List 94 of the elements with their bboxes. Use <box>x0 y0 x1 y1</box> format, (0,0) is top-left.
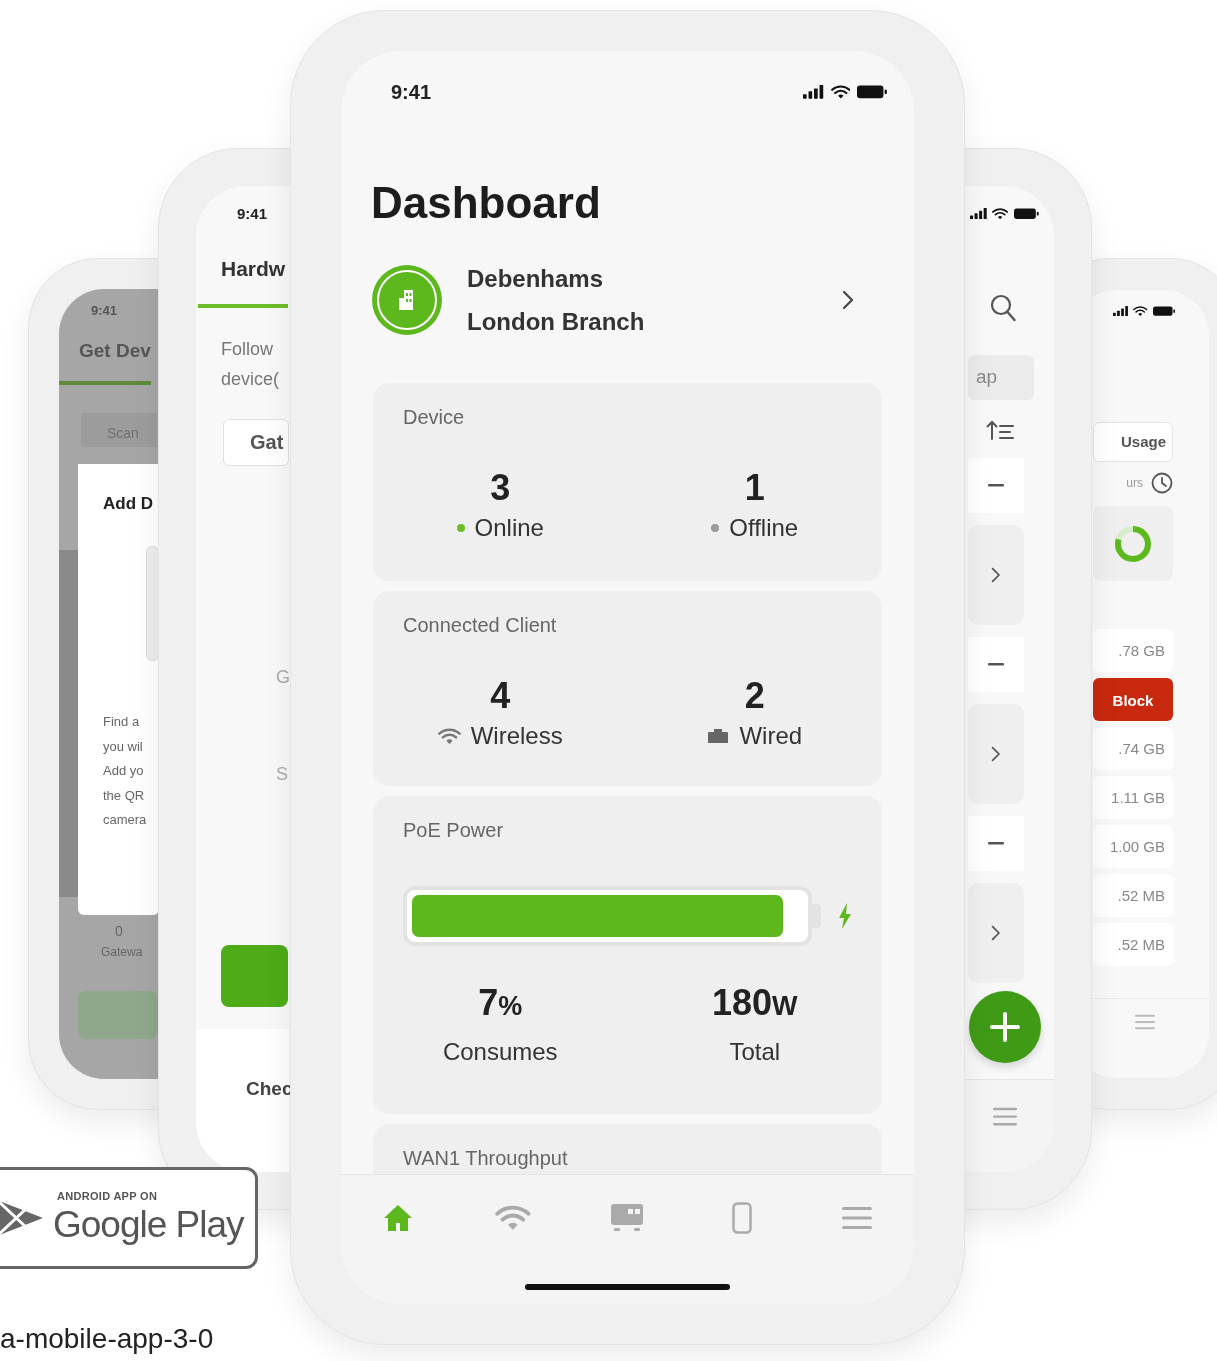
usage-value: 1.11 GB <box>1093 776 1173 820</box>
signal-icon <box>969 208 987 220</box>
stat-label: Offline <box>729 513 799 543</box>
dialog-text: Add yo <box>103 763 144 778</box>
menu-icon[interactable] <box>1135 1014 1155 1030</box>
home-icon <box>383 1203 414 1233</box>
tab[interactable]: Gat <box>223 419 289 466</box>
signal-icon <box>803 85 824 99</box>
instruction-text: device( <box>221 369 280 389</box>
dialog-title: Add D <box>103 493 154 515</box>
chevron-right-icon <box>991 746 1001 763</box>
battery-icon <box>1014 208 1039 220</box>
usage-button[interactable]: Usage <box>1093 422 1173 463</box>
stat-value: 180W <box>711 982 798 1025</box>
instruction-text: Follow <box>221 339 273 359</box>
minus-icon <box>988 842 1004 846</box>
menu-icon[interactable] <box>993 1107 1017 1127</box>
stat-value: 0 <box>115 922 123 940</box>
status-time: 9:41 <box>391 80 432 105</box>
tab-label: ap <box>976 366 998 388</box>
building-icon <box>371 264 443 336</box>
tab-label: Gat <box>250 430 284 454</box>
card-title: WAN1 Throughput <box>403 1146 568 1170</box>
minus-icon <box>988 663 1004 667</box>
stat-label: Wired <box>739 721 803 751</box>
battery-icon <box>857 85 887 99</box>
minus-icon <box>988 484 1004 488</box>
field-label: S <box>276 763 288 785</box>
card-title: Device <box>403 405 465 429</box>
router-icon <box>611 1204 644 1232</box>
plus-icon <box>989 1011 1021 1043</box>
list-row[interactable] <box>968 458 1024 514</box>
dialog-text: camera <box>103 812 147 827</box>
wifi-icon <box>992 208 1009 220</box>
image-caption: a-mobile-app-3-0 <box>0 1322 214 1356</box>
stat-label: Total <box>729 1037 781 1067</box>
store-badge[interactable]: ANDROID APP ON Google Play <box>0 1167 258 1269</box>
chevron-right-icon <box>991 567 1001 584</box>
battery-icon <box>1152 306 1175 317</box>
stat-label: Online <box>474 513 544 543</box>
store-name: Google Play <box>53 1203 244 1247</box>
usage-value: .52 MB <box>1093 874 1173 918</box>
signal-icon <box>1113 306 1129 317</box>
usage-value: .78 GB <box>1093 629 1173 673</box>
usage-value: .74 GB <box>1093 727 1173 771</box>
ethernet-icon <box>707 728 730 744</box>
card-title: PoE Power <box>403 818 504 842</box>
stat-label: Consumes <box>442 1037 558 1067</box>
action-button[interactable] <box>221 945 288 1007</box>
list-row[interactable] <box>968 816 1024 872</box>
wifi-icon <box>495 1205 531 1231</box>
list-card[interactable] <box>968 704 1024 805</box>
usage-value: 1.00 GB <box>1093 825 1173 869</box>
sheet-title: Chec <box>246 1078 293 1099</box>
screen-title: Hardw <box>221 256 286 282</box>
screen-title: Dashboard <box>371 177 601 229</box>
sort-icon[interactable] <box>986 420 1014 441</box>
dialog-text: Find a <box>103 714 140 729</box>
stat-value: 4 <box>490 675 511 717</box>
field-label: G <box>276 666 290 688</box>
block-button[interactable]: Block <box>1093 678 1173 722</box>
card-title: Connected Client <box>403 613 557 637</box>
dialog-text: the QR <box>103 787 145 803</box>
status-time: 9:41 <box>237 204 268 224</box>
site-name: Debenhams <box>467 264 604 294</box>
badge-overline: ANDROID APP ON <box>57 1189 159 1203</box>
clock-icon[interactable] <box>1151 472 1173 495</box>
stat-value: 2 <box>744 675 765 717</box>
add-button[interactable] <box>969 991 1041 1063</box>
status-time: 9:41 <box>91 303 118 319</box>
stat-value: 1 <box>744 467 765 509</box>
donut-drawing <box>1113 523 1153 564</box>
wifi-icon <box>1133 306 1148 317</box>
menu-icon <box>841 1206 872 1230</box>
list-card[interactable] <box>968 883 1024 984</box>
stat-value: 7% <box>478 982 523 1025</box>
action-button[interactable] <box>78 991 158 1039</box>
stat-value: 3 <box>490 467 511 509</box>
branch-name: London Branch <box>467 307 645 337</box>
chevron-right-icon <box>991 925 1001 942</box>
dialog-text: you wil <box>103 738 143 754</box>
usage-value: .52 MB <box>1093 923 1173 967</box>
lightning-icon <box>838 903 852 929</box>
list-card[interactable] <box>968 525 1024 626</box>
wifi-icon <box>437 727 461 745</box>
stat-label: Gatewa <box>101 944 144 961</box>
screen-title: Get Dev <box>79 339 151 363</box>
period-label: urs <box>1126 475 1143 492</box>
stat-label: Wireless <box>470 721 563 751</box>
wifi-icon <box>830 85 851 99</box>
search-icon[interactable] <box>990 294 1016 323</box>
phone-icon <box>732 1202 753 1234</box>
chevron-right-icon[interactable] <box>842 290 854 310</box>
list-row[interactable] <box>968 637 1024 693</box>
